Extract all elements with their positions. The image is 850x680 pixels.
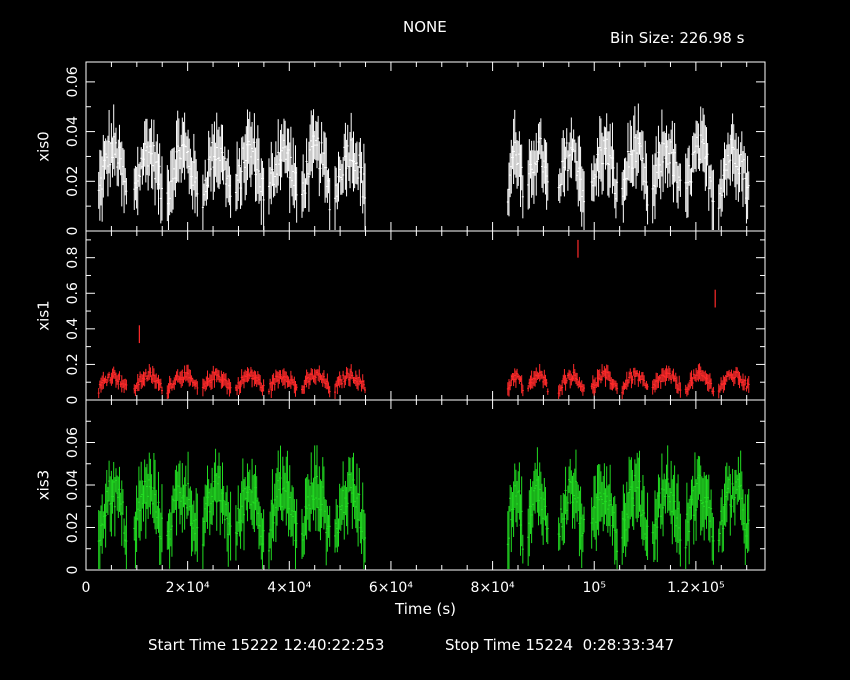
y-tick-label: 0.4 <box>65 318 81 340</box>
y-tick-label: 0.6 <box>65 282 81 304</box>
y-tick-label: 0 <box>65 566 81 575</box>
x-tick-label: 8×10⁴ <box>471 580 515 596</box>
x-tick-label: 2×10⁴ <box>166 580 210 596</box>
y-axis-label: xis0 <box>35 131 53 161</box>
y-axis-label: xis1 <box>35 300 53 330</box>
y-tick-label: 0.06 <box>65 427 81 458</box>
y-axis-label: xis3 <box>35 470 53 500</box>
panel-xis1: 0 0.2 0.4 0.6 0.8 xis1 <box>35 230 766 405</box>
y-tick-label: 0.04 <box>65 116 81 147</box>
light-curve-plot: 00.020.040.06xis000.20.40.60.8xis100.020… <box>35 61 766 618</box>
y-tick-label: 0.02 <box>65 166 81 197</box>
x-tick-label: 1.2×10⁵ <box>667 580 724 596</box>
stop-time-label: Stop Time 15224 0:28:33:347 <box>445 636 675 654</box>
y-tick-label: 0 <box>65 227 81 236</box>
x-axis-label: Time (s) <box>394 600 456 618</box>
y-tick-label: 0.8 <box>65 247 81 269</box>
y-tick-label: 0.04 <box>65 469 81 500</box>
panel-xis0: 0 0.02 0.04 0.06 xis0 <box>35 61 766 236</box>
y-tick-label: 0.06 <box>65 66 81 97</box>
chart-title: NONE <box>403 18 447 36</box>
panel-xis3: 0 0.02 0.04 0.06 xis3 0 2×10⁴ 4×10⁴ 6×10⁴ 8×10⁴ 10… <box>35 399 766 618</box>
x-tick-label: 10⁵ <box>583 580 606 596</box>
x-tick-label: 4×10⁴ <box>267 580 311 596</box>
y-tick-label: 0.2 <box>65 353 81 375</box>
y-tick-label: 0.02 <box>65 512 81 543</box>
x-tick-label: 6×10⁴ <box>369 580 413 596</box>
start-time-label: Start Time 15222 12:40:22:253 <box>148 636 385 654</box>
x-tick-label: 0 <box>82 580 91 596</box>
series-xis1 <box>97 239 750 399</box>
bin-size-label: Bin Size: 226.98 s <box>610 29 745 47</box>
series-xis3 <box>97 445 750 569</box>
series-xis0 <box>97 103 750 230</box>
y-tick-label: 0 <box>65 396 81 405</box>
